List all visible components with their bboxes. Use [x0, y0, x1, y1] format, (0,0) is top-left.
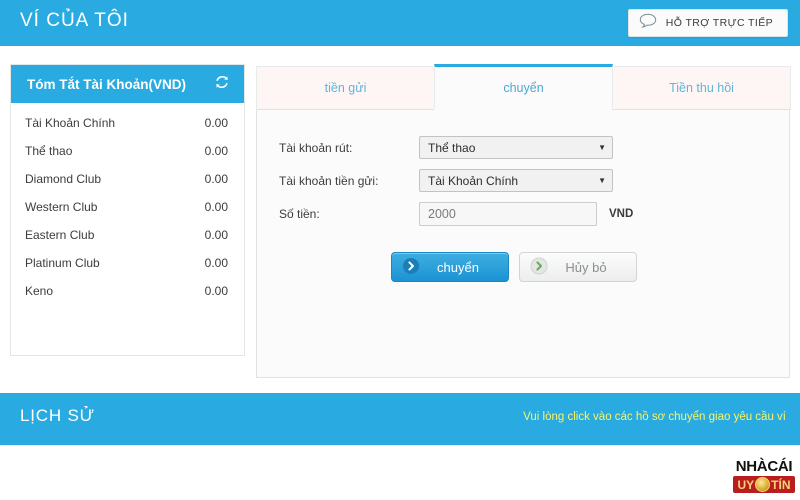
account-name: Keno: [25, 284, 54, 298]
account-row: Tài Khoản Chính 0.00: [11, 109, 244, 137]
amount-label: Số tiền:: [279, 207, 320, 221]
account-name: Western Club: [25, 200, 98, 214]
account-row: Thể thao 0.00: [11, 137, 244, 165]
account-row: Eastern Club 0.00: [11, 221, 244, 249]
transfer-cancel-button[interactable]: Hủy bỏ: [519, 252, 637, 282]
tab-deposit[interactable]: tiền gửi: [256, 66, 435, 110]
tab-transfer-label: chuyển: [503, 81, 544, 95]
account-name: Thể thao: [25, 144, 73, 158]
amount-input[interactable]: 2000: [419, 202, 597, 226]
account-balance: 0.00: [204, 144, 228, 158]
amount-row: Số tiền: 2000 VND: [279, 202, 789, 226]
withdraw-account-row: Tài khoản rút: Thể thao ▼: [279, 136, 789, 159]
account-balance: 0.00: [204, 116, 228, 130]
page-header: VÍ CỦA TÔI HỖ TRỢ TRỰC TIẾP: [0, 0, 800, 46]
live-support-label: HỖ TRỢ TRỰC TIẾP: [665, 17, 773, 29]
account-row: Keno 0.00: [11, 277, 244, 305]
history-header: LỊCH SỬ Vui lòng click vào các hồ sơ chu…: [0, 393, 800, 445]
form-actions: chuyển Hủy bỏ: [279, 236, 789, 282]
watermark-top-text: NHÀCÁI: [735, 458, 793, 475]
coin-icon: [755, 477, 771, 492]
amount-currency-label: VND: [609, 208, 634, 220]
account-summary-title: Tóm Tắt Tài Khoản(VND): [27, 76, 186, 92]
tab-transfer[interactable]: chuyển: [434, 64, 613, 110]
withdraw-account-label: Tài khoản rút:: [279, 140, 353, 155]
account-balance: 0.00: [204, 200, 228, 214]
deposit-account-value: Tài Khoản Chính: [428, 173, 519, 188]
deposit-account-select[interactable]: Tài Khoản Chính ▼: [419, 169, 613, 192]
account-name: Diamond Club: [25, 172, 102, 186]
deposit-account-label: Tài khoản tiền gửi:: [279, 173, 379, 188]
tab-deposit-label: tiền gửi: [324, 81, 367, 95]
arrow-circle-right-icon: [402, 257, 420, 278]
account-list: Tài Khoản Chính 0.00 Thể thao 0.00 Diamo…: [11, 103, 244, 305]
transfer-submit-label: chuyển: [437, 259, 479, 275]
watermark-left-text: UY: [737, 477, 755, 492]
account-balance: 0.00: [204, 172, 228, 186]
live-support-button[interactable]: HỖ TRỢ TRỰC TIẾP: [627, 9, 788, 37]
account-summary-header: Tóm Tắt Tài Khoản(VND): [11, 65, 244, 103]
account-name: Platinum Club: [25, 256, 100, 270]
tab-withdraw[interactable]: Tiền thu hồi: [612, 66, 791, 110]
withdraw-account-value: Thể thao: [428, 140, 476, 155]
wallet-page: VÍ CỦA TÔI HỖ TRỢ TRỰC TIẾP Tóm Tắt Tài …: [0, 0, 800, 500]
watermark-right-text: TÍN: [771, 477, 791, 492]
history-note: Vui lòng click vào các hồ sơ chuyển giao…: [523, 411, 786, 423]
refresh-icon[interactable]: [214, 74, 230, 95]
history-title: LỊCH SỬ: [20, 406, 95, 425]
chevron-down-icon: ▼: [598, 175, 606, 185]
transfer-submit-button[interactable]: chuyển: [391, 252, 509, 282]
deposit-account-row: Tài khoản tiền gửi: Tài Khoản Chính ▼: [279, 169, 789, 192]
account-balance: 0.00: [204, 284, 228, 298]
transfer-panel: tiền gửi chuyển Tiền thu hồi Tài khoản r…: [256, 64, 791, 378]
account-row: Western Club 0.00: [11, 193, 244, 221]
account-name: Tài Khoản Chính: [25, 116, 116, 130]
page-title: VÍ CỦA TÔI: [20, 10, 129, 31]
transfer-cancel-label: Hủy bỏ: [565, 259, 607, 275]
account-summary-panel: Tóm Tắt Tài Khoản(VND) Tài Khoản Chính 0…: [10, 64, 245, 356]
amount-value: 2000: [428, 207, 456, 221]
account-row: Platinum Club 0.00: [11, 249, 244, 277]
tab-strip: tiền gửi chuyển Tiền thu hồi: [256, 64, 791, 110]
tab-withdraw-label: Tiền thu hồi: [669, 81, 734, 95]
transfer-form: Tài khoản rút: Thể thao ▼ Tài khoản tiền…: [257, 110, 789, 282]
account-name: Eastern Club: [25, 228, 95, 242]
account-balance: 0.00: [204, 256, 228, 270]
arrow-circle-right-icon: [530, 257, 548, 278]
chevron-down-icon: ▼: [598, 142, 606, 152]
speech-bubble-icon: [639, 13, 657, 33]
site-watermark: NHÀCÁI UY TÍN: [728, 452, 800, 500]
account-balance: 0.00: [204, 228, 228, 242]
withdraw-account-select[interactable]: Thể thao ▼: [419, 136, 613, 159]
transfer-tab-body: Tài khoản rút: Thể thao ▼ Tài khoản tiền…: [256, 110, 790, 378]
watermark-bottom-badge: UY TÍN: [733, 476, 795, 493]
account-row: Diamond Club 0.00: [11, 165, 244, 193]
history-filter-bar: Ngày 20141109 To: [0, 445, 800, 500]
